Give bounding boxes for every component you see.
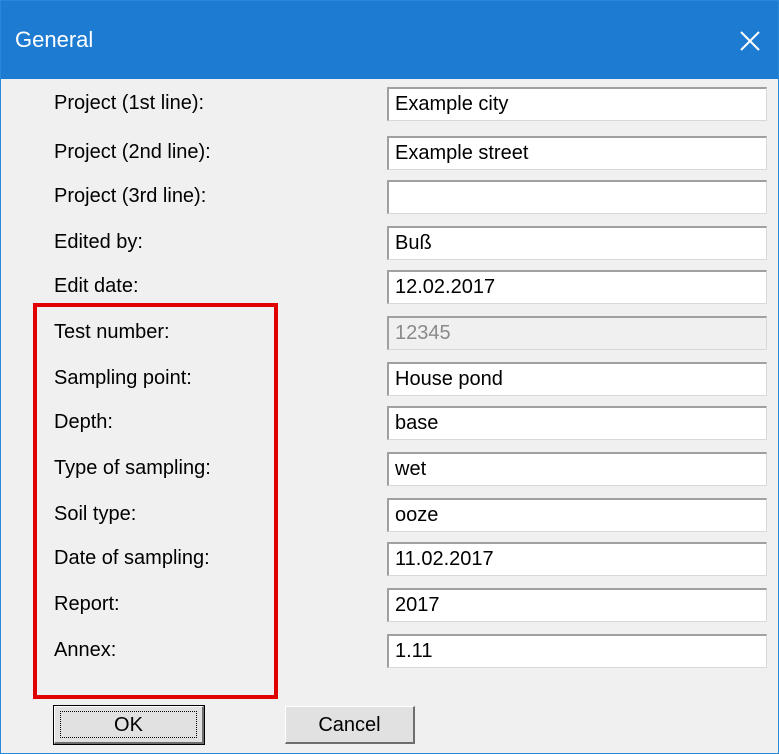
title-bar[interactable]: General	[1, 1, 778, 79]
project-1st-line-field[interactable]	[387, 87, 767, 121]
window-title: General	[15, 27, 94, 52]
edit-date-field[interactable]	[387, 270, 767, 304]
depth-field[interactable]	[387, 406, 767, 440]
cancel-button[interactable]: Cancel	[285, 706, 415, 744]
date-of-sampling-field[interactable]	[387, 542, 767, 576]
type-of-sampling-field[interactable]	[387, 452, 767, 486]
highlight-annotation-box	[33, 303, 278, 699]
soil-type-field[interactable]	[387, 498, 767, 532]
label-project-2nd-line: Project (2nd line):	[54, 141, 211, 163]
ok-button[interactable]: OK	[53, 705, 205, 745]
label-edited-by: Edited by:	[54, 231, 143, 253]
test-number-field	[387, 316, 767, 350]
close-icon	[740, 31, 760, 51]
annex-field[interactable]	[387, 634, 767, 668]
focus-rectangle	[60, 711, 197, 738]
sampling-point-field[interactable]	[387, 362, 767, 396]
label-project-1st-line: Project (1st line):	[54, 92, 205, 114]
general-dialog: General Project (1st line): Project (2nd…	[0, 0, 779, 754]
project-3rd-line-field[interactable]	[387, 180, 767, 214]
label-project-3rd-line: Project (3rd line):	[54, 185, 207, 207]
report-field[interactable]	[387, 588, 767, 622]
cancel-button-label: Cancel	[318, 713, 381, 736]
project-2nd-line-field[interactable]	[387, 136, 767, 170]
close-button[interactable]	[722, 1, 778, 79]
edited-by-field[interactable]	[387, 226, 767, 260]
label-edit-date: Edit date:	[54, 275, 139, 297]
